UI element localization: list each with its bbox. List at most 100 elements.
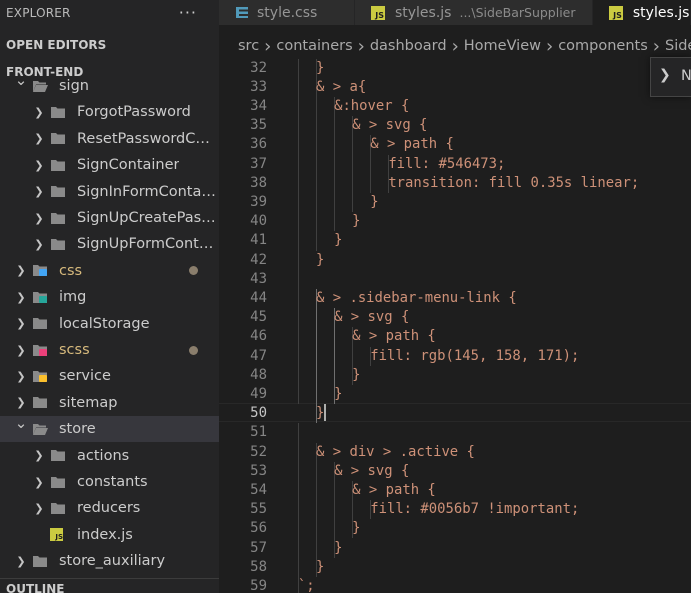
code-line: fill: #546473; [388, 155, 506, 172]
tab-style-css[interactable]: style.css [219, 0, 355, 25]
tab-description: ...\SideBarSupplier [459, 5, 576, 20]
folder-item-signupformcontai[interactable]: ❯ SignUpFormContai... [0, 231, 219, 257]
folder-item-store-auxiliary[interactable]: ❯ store_auxiliary [0, 548, 219, 574]
folder-icon [32, 555, 48, 568]
js-icon: JS [608, 5, 623, 20]
line-number: 57 [250, 539, 267, 556]
js-icon: JS [370, 5, 385, 20]
chevron-right-icon[interactable]: ❯ [32, 132, 46, 145]
code-line: } [334, 385, 343, 402]
line-number: 40 [250, 213, 267, 230]
line-number: 37 [250, 155, 267, 172]
chevron-right-icon[interactable]: ❯ [14, 317, 28, 330]
tree-item-label: SignInFormContai... [77, 183, 217, 200]
line-number: 39 [250, 193, 267, 210]
chevron-down-icon[interactable]: ⌄ [14, 414, 28, 432]
tree-item-label: localStorage [59, 315, 150, 332]
folder-item-scss[interactable]: ❯ scss [0, 337, 219, 363]
folder-item-signcontainer[interactable]: ❯ SignContainer [0, 152, 219, 178]
folder-item-reducers[interactable]: ❯ reducers [0, 495, 219, 521]
tab-label: style.css [257, 4, 318, 21]
tab-styles-js-sidebarsupplier[interactable]: JS styles.js ...\SideBarSupplier [354, 0, 593, 25]
folder-item-constants[interactable]: ❯ constants [0, 469, 219, 495]
folder-item-service[interactable]: ❯ service [0, 363, 219, 389]
breadcrumb-separator-icon: › [546, 35, 554, 57]
breadcrumb-item[interactable]: components [558, 38, 648, 54]
breadcrumb-item[interactable]: HomeView [464, 38, 541, 54]
indent-guide [298, 423, 299, 593]
chevron-right-icon[interactable]: ❯ [14, 555, 28, 568]
outline-section[interactable]: OUTLINE [6, 582, 64, 593]
line-number: 36 [250, 136, 267, 153]
tree-item-label: ForgotPassword [77, 104, 191, 121]
breadcrumb-item[interactable]: containers [276, 38, 352, 54]
folder-item-img[interactable]: ❯ img [0, 284, 219, 310]
breadcrumb-separator-icon: › [264, 35, 272, 57]
js-file-icon: JS [50, 528, 66, 542]
breadcrumb-item[interactable]: src [238, 38, 259, 54]
chevron-right-icon[interactable]: ❯ [14, 370, 28, 383]
folder-item-signupcreatepass[interactable]: ❯ SignUpCreatePass... [0, 205, 219, 231]
line-number-gutter: 32 33 34 35 36 37 38 39 40 41 42 43 44 45 46 47 48 49 50 51… [219, 57, 267, 593]
breadcrumb: src › containers › dashboard › HomeView › compon… [219, 35, 691, 57]
line-number: 50 [250, 405, 267, 422]
folder-icon [32, 317, 48, 330]
folder-item-resetpasswordcon[interactable]: ❯ ResetPasswordCon... [0, 126, 219, 152]
tab-styles-js-active[interactable]: JS styles.js [592, 0, 691, 25]
css-icon [236, 7, 248, 18]
folder-icon [50, 238, 66, 251]
code-line: &:hover { [334, 97, 410, 114]
folder-item-signinformcontai[interactable]: ❯ SignInFormContai... [0, 179, 219, 205]
chevron-right-icon[interactable]: ❯ [32, 185, 46, 198]
chevron-right-icon[interactable]: ❯ [14, 291, 28, 304]
chevron-right-icon[interactable]: ❯ [32, 159, 46, 172]
folder-icon [50, 502, 66, 515]
chevron-right-icon[interactable]: ❯ [32, 502, 46, 515]
chevron-right-icon[interactable]: ❯ [14, 344, 28, 357]
tree-item-label: img [59, 289, 87, 306]
folder-item-forgotpassword[interactable]: ❯ ForgotPassword [0, 99, 219, 125]
chevron-right-icon[interactable]: ❯ [32, 476, 46, 489]
tree-item-label: sign [59, 78, 89, 94]
explorer-sidebar: EXPLORER ··· OPEN EDITORS FRONT-END ⌄ sig… [0, 0, 219, 593]
chevron-right-icon[interactable]: ❯ [32, 449, 46, 462]
chevron-right-icon[interactable]: ❯ [32, 212, 46, 225]
tree-item-label: index.js [77, 526, 133, 543]
folder-item-store[interactable]: ⌄ store [0, 414, 219, 443]
open-editors-section[interactable]: OPEN EDITORS [6, 38, 106, 52]
modified-indicator [189, 345, 198, 355]
line-number: 41 [250, 232, 267, 249]
code-line: `; [297, 577, 315, 593]
code-line: & > svg { [334, 309, 410, 326]
folder-icon [50, 185, 66, 198]
folder-item-actions[interactable]: ❯ actions [0, 443, 219, 469]
folder-item-css[interactable]: ❯ css [0, 258, 219, 284]
code-line: & > svg { [352, 117, 428, 134]
chevron-down-icon[interactable]: ⌄ [14, 71, 28, 89]
line-number: 55 [250, 501, 267, 518]
chevron-right-icon[interactable]: ❯ [32, 106, 46, 119]
folder-item-localstorage[interactable]: ❯ localStorage [0, 311, 219, 337]
chevron-right-icon[interactable]: ❯ [14, 396, 28, 409]
tree-item-label: SignUpCreatePass... [77, 210, 217, 226]
tree-item-label: SignUpFormContai... [77, 236, 217, 253]
current-line-highlight [219, 403, 691, 422]
chevron-right-icon[interactable]: ❯ [32, 238, 46, 251]
code-line: fill: #0056b7 !important; [370, 501, 580, 518]
indent-guide [334, 96, 335, 232]
more-actions-icon[interactable]: ··· [179, 3, 197, 22]
folder-item-sign[interactable]: ⌄ sign [0, 71, 219, 99]
line-number: 45 [250, 309, 267, 326]
breadcrumb-item[interactable]: SideB [665, 38, 691, 54]
breadcrumb-item[interactable]: dashboard [370, 38, 447, 54]
chevron-right-icon[interactable]: ❯ [14, 264, 28, 277]
code-editor[interactable]: 32 33 34 35 36 37 38 39 40 41 42 43 44 45 46 47 48 49 50 51… [219, 57, 691, 593]
tree-item-label: css [59, 262, 83, 279]
folder-item-sitemap[interactable]: ❯ sitemap [0, 390, 219, 416]
code-line: & > path { [352, 481, 436, 498]
file-item-index-js[interactable]: JS index.js [0, 522, 219, 548]
code-line: & > path { [352, 328, 436, 345]
breadcrumb-symbol-popup[interactable]: ❯ N [650, 57, 691, 97]
tree-item-label: sitemap [59, 394, 118, 411]
folder-icon [32, 423, 48, 436]
